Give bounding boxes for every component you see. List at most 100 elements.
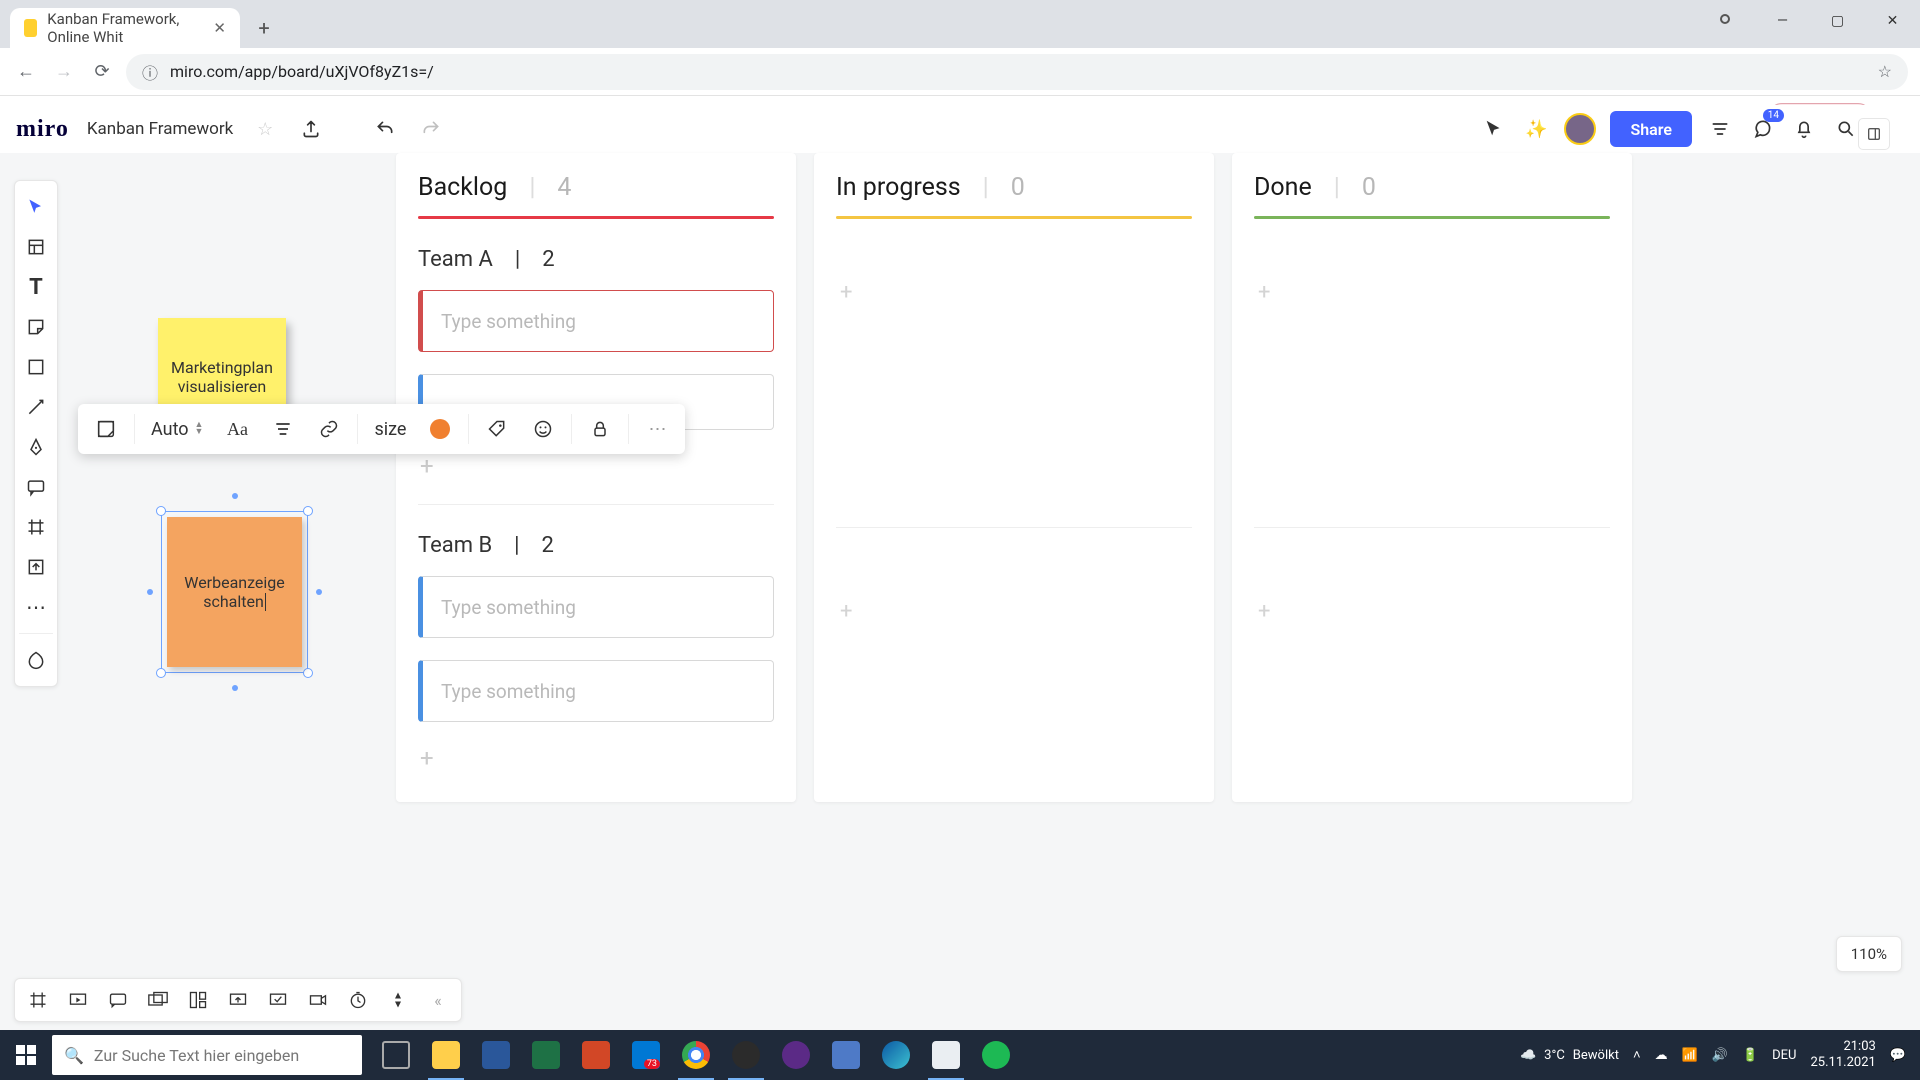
auto-size-control[interactable]: Auto ▲▼ (145, 411, 209, 447)
reload-button[interactable]: ⟳ (88, 58, 116, 86)
maximize-button[interactable]: ▢ (1810, 0, 1865, 42)
search-icon[interactable] (1832, 115, 1860, 143)
taskbar-search[interactable]: 🔍 Zur Suche Text hier eingeben (52, 1035, 362, 1075)
start-button[interactable] (0, 1030, 52, 1080)
app-icon[interactable] (822, 1030, 870, 1080)
cursor-mode-icon[interactable] (1480, 115, 1508, 143)
edge-handle-e[interactable] (316, 589, 322, 595)
empty-drop-zone[interactable]: + (1254, 580, 1610, 642)
site-info-icon[interactable]: ⓘ (142, 60, 158, 84)
sticky-note-orange[interactable]: Werbeanzeige schalten (167, 517, 302, 667)
collapse-bottom-icon[interactable]: « (421, 983, 455, 1017)
text-style-icon[interactable]: Aa (219, 411, 255, 447)
resize-handle-ne[interactable] (303, 506, 313, 516)
empty-drop-zone[interactable]: + (836, 261, 1192, 323)
text-tool[interactable]: T (18, 269, 54, 305)
zoom-indicator[interactable]: 110% (1836, 936, 1902, 972)
align-icon[interactable] (265, 411, 301, 447)
swimlane-header[interactable]: Team A | 2 (418, 247, 774, 272)
stepper-icon[interactable]: ▲▼ (195, 422, 204, 436)
edge-icon[interactable] (872, 1030, 920, 1080)
pen-tool[interactable] (18, 429, 54, 465)
swimlane-header[interactable]: Team B | 2 (418, 533, 774, 558)
new-tab-button[interactable]: + (248, 12, 280, 44)
bookmark-star-icon[interactable]: ☆ (1878, 62, 1892, 81)
miro-logo[interactable]: miro (16, 116, 69, 143)
kanban-card[interactable]: Type something (418, 290, 774, 352)
timer-icon[interactable] (341, 983, 375, 1017)
add-card-button[interactable]: + (418, 744, 774, 772)
explorer-icon[interactable] (422, 1030, 470, 1080)
edge-handle-w[interactable] (147, 589, 153, 595)
export-icon[interactable] (297, 115, 325, 143)
powerpoint-icon[interactable] (572, 1030, 620, 1080)
select-tool[interactable] (18, 189, 54, 225)
sticky-type-icon[interactable] (88, 411, 124, 447)
resize-handle-nw[interactable] (156, 506, 166, 516)
rotate-handle[interactable] (232, 493, 238, 499)
word-icon[interactable] (472, 1030, 520, 1080)
link-icon[interactable] (311, 411, 347, 447)
empty-drop-zone[interactable]: + (1254, 261, 1610, 323)
resize-handle-se[interactable] (303, 668, 313, 678)
excel-icon[interactable] (522, 1030, 570, 1080)
bell-icon[interactable] (1790, 115, 1818, 143)
line-tool[interactable] (18, 389, 54, 425)
shape-tool[interactable] (18, 349, 54, 385)
frames-panel-icon[interactable] (21, 983, 55, 1017)
browser-tab[interactable]: Kanban Framework, Online Whit ✕ (10, 8, 240, 48)
column-header[interactable]: Backlog | 4 (418, 173, 774, 202)
minimize-button[interactable]: — (1755, 0, 1810, 42)
kanban-column-done[interactable]: Done | 0 + + (1232, 153, 1632, 802)
tab-overflow-icon[interactable] (1720, 14, 1730, 24)
comments-panel-icon[interactable] (101, 983, 135, 1017)
battery-icon[interactable]: 🔋 (1742, 1048, 1758, 1063)
templates-tool[interactable] (18, 229, 54, 265)
activity-icon[interactable] (381, 983, 415, 1017)
upload-tool[interactable] (18, 549, 54, 585)
column-header[interactable]: Done | 0 (1254, 173, 1610, 202)
kanban-card[interactable]: Type something (418, 660, 774, 722)
app-icon[interactable] (772, 1030, 820, 1080)
chrome-icon[interactable] (672, 1030, 720, 1080)
collaborator-avatar[interactable] (1564, 113, 1596, 145)
lock-icon[interactable] (582, 411, 618, 447)
card-panel-icon[interactable] (141, 983, 175, 1017)
clock[interactable]: 21:03 25.11.2021 (1811, 1039, 1876, 1071)
forward-button[interactable]: → (50, 58, 78, 86)
notepad-icon[interactable] (922, 1030, 970, 1080)
undo-icon[interactable] (371, 115, 399, 143)
empty-drop-zone[interactable]: + (836, 580, 1192, 642)
add-card-button[interactable]: + (418, 452, 774, 480)
notifications-icon[interactable]: 💬 (1890, 1048, 1906, 1063)
chat-panel-icon[interactable] (181, 983, 215, 1017)
comment-tool[interactable] (18, 469, 54, 505)
kanban-column-inprogress[interactable]: In progress | 0 + + (814, 153, 1214, 802)
tray-chevron-icon[interactable]: ˄ (1633, 1047, 1641, 1063)
task-view-icon[interactable] (372, 1030, 420, 1080)
screen-share-icon[interactable] (221, 983, 255, 1017)
onedrive-icon[interactable]: ☁ (1655, 1048, 1668, 1063)
reactions-icon[interactable]: ✨ (1522, 115, 1550, 143)
address-bar[interactable]: ⓘ miro.com/app/board/uXjVOf8yZ1s=/ ☆ (126, 54, 1908, 90)
sticky-tool[interactable] (18, 309, 54, 345)
activity-panel-toggle[interactable] (1858, 118, 1890, 150)
tag-icon[interactable] (479, 411, 515, 447)
obs-icon[interactable] (722, 1030, 770, 1080)
color-swatch[interactable] (422, 411, 458, 447)
column-header[interactable]: In progress | 0 (836, 173, 1192, 202)
close-tab-icon[interactable]: ✕ (213, 19, 226, 37)
voting-icon[interactable] (261, 983, 295, 1017)
kanban-column-backlog[interactable]: Backlog | 4 Team A | 2 Type something + … (396, 153, 796, 802)
language-indicator[interactable]: DEU (1772, 1048, 1796, 1063)
settings-icon[interactable] (1706, 115, 1734, 143)
favorite-star-icon[interactable]: ☆ (251, 115, 279, 143)
network-icon[interactable]: 📶 (1682, 1048, 1698, 1063)
volume-icon[interactable]: 🔊 (1712, 1048, 1728, 1063)
more-tools[interactable]: ⋯ (18, 589, 54, 625)
weather-widget[interactable]: ☁️ 3°C Bewölkt (1520, 1048, 1619, 1063)
spotify-icon[interactable] (972, 1030, 1020, 1080)
video-icon[interactable] (301, 983, 335, 1017)
frame-tool[interactable] (18, 509, 54, 545)
resize-handle-sw[interactable] (156, 668, 166, 678)
